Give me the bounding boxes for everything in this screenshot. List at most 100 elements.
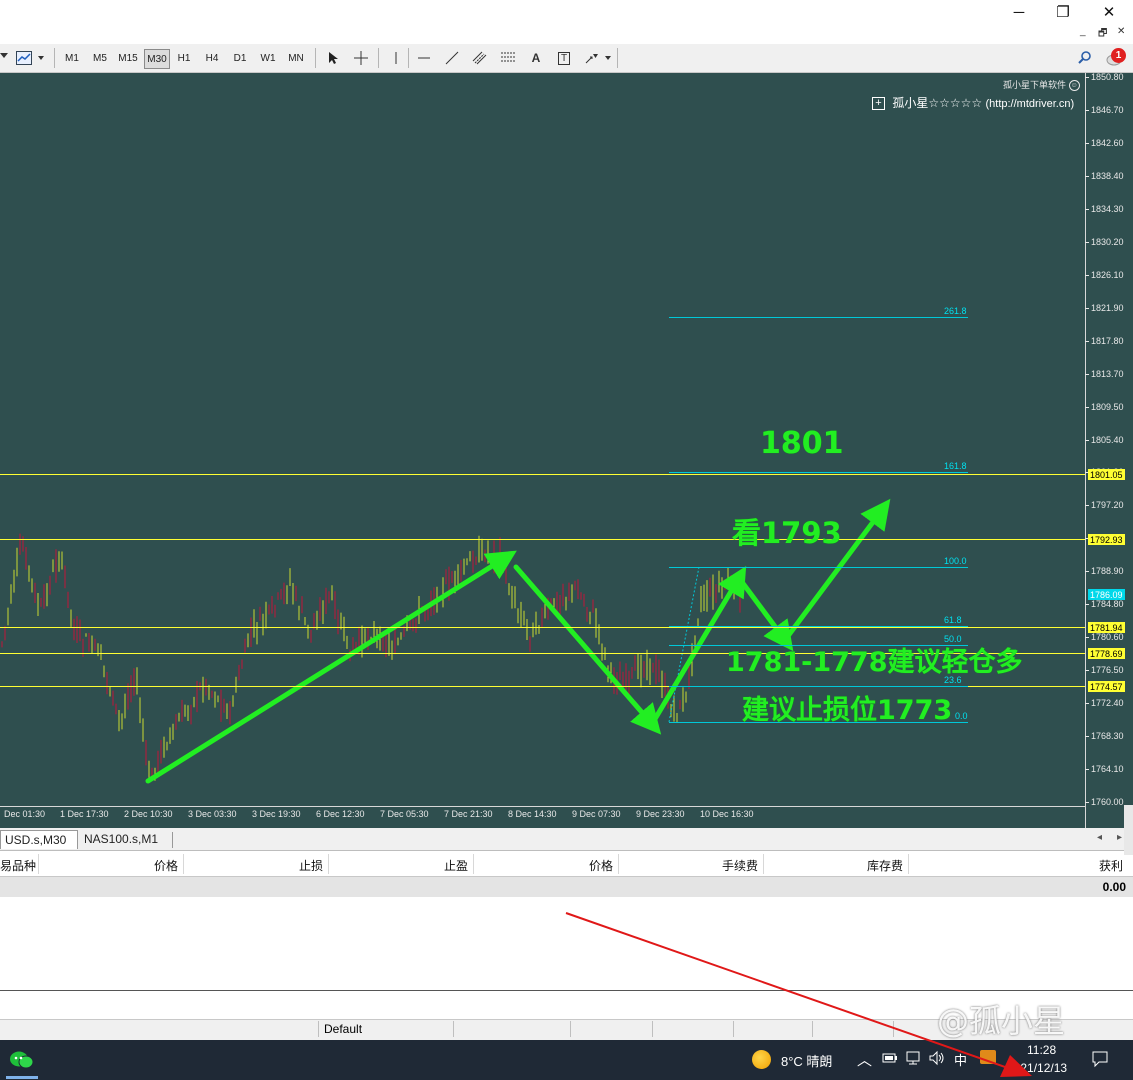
chart-type-dropdown-icon[interactable] — [38, 56, 44, 60]
price-tick-mark — [1085, 110, 1089, 111]
weather-text[interactable]: 8°C 晴朗 — [781, 1051, 832, 1070]
channel-icon[interactable] — [469, 49, 491, 67]
status-separator — [812, 1021, 813, 1037]
col-price[interactable]: 价格 — [80, 857, 178, 874]
volume-icon[interactable] — [928, 1050, 946, 1069]
timeframe-mn[interactable]: MN — [284, 49, 308, 67]
fibonacci-level-line[interactable] — [669, 686, 968, 687]
arrows-icon[interactable] — [581, 49, 603, 67]
support-resistance-line[interactable] — [0, 539, 1085, 540]
timeframe-h4[interactable]: H4 — [200, 49, 224, 67]
timeframe-h1[interactable]: H1 — [172, 49, 196, 67]
price-tick-label: 1817.80 — [1091, 336, 1124, 346]
minimize-button[interactable]: ─ — [996, 0, 1042, 24]
price-level-box: 1781.94 — [1088, 622, 1125, 633]
support-resistance-line[interactable] — [0, 627, 1085, 628]
chart-type-icon[interactable] — [13, 49, 35, 67]
notifications-icon[interactable]: 1 — [1105, 48, 1127, 68]
status-separator — [570, 1021, 571, 1037]
tab-scroll-right-icon[interactable]: ▸ — [1117, 832, 1122, 843]
col-current-price[interactable]: 价格 — [514, 857, 613, 874]
cursor-icon[interactable] — [322, 49, 344, 67]
price-tick-mark — [1085, 440, 1089, 441]
column-separator — [618, 854, 619, 874]
timeframe-m5[interactable]: M5 — [88, 49, 112, 67]
mdi-restore-button[interactable]: 🗗 — [1098, 26, 1107, 43]
fibonacci-level-line[interactable] — [669, 567, 968, 568]
network-icon[interactable] — [904, 1050, 922, 1069]
arrows-dropdown-icon[interactable] — [605, 56, 611, 60]
price-tick-mark — [1085, 571, 1089, 572]
indicator-url[interactable]: (http://mtdriver.cn) — [985, 98, 1074, 110]
fibonacci-level-line[interactable] — [669, 472, 968, 473]
mdi-close-button[interactable]: ✕ — [1117, 26, 1125, 37]
price-level-box: 1786.09 — [1088, 589, 1125, 600]
dropdown-arrow-icon[interactable] — [0, 53, 8, 58]
timeframe-m30[interactable]: M30 — [144, 49, 170, 69]
time-tick-label: 8 Dec 14:30 — [508, 809, 557, 819]
crosshair-icon[interactable] — [350, 49, 372, 67]
restore-button[interactable]: ❐ — [1040, 0, 1086, 24]
fibonacci-level-line[interactable] — [669, 626, 968, 627]
column-separator — [38, 854, 39, 874]
tab-nas100[interactable]: NAS100.s,M1 — [80, 830, 162, 848]
col-profit[interactable]: 获利 — [1023, 857, 1123, 874]
clock-time[interactable]: 11:28 — [1027, 1043, 1056, 1057]
toolbar-separator — [315, 48, 316, 68]
fibonacci-level-line[interactable] — [669, 317, 968, 318]
col-take-profit[interactable]: 止盈 — [369, 857, 468, 874]
text-icon[interactable]: A — [525, 49, 547, 67]
price-tick-label: 1813.70 — [1091, 369, 1124, 379]
timeframe-w1[interactable]: W1 — [256, 49, 280, 67]
price-tick-label: 1768.30 — [1091, 731, 1124, 741]
timeframe-m15[interactable]: M15 — [116, 49, 140, 67]
price-tick-label: 1821.90 — [1091, 303, 1124, 313]
mdi-controls: _ 🗗 ✕ — [1065, 26, 1133, 42]
fibonacci-level-label: 61.8 — [944, 615, 962, 625]
toolbar-separator — [617, 48, 618, 68]
wechat-icon[interactable] — [8, 1048, 36, 1072]
vertical-line-icon[interactable] — [385, 49, 407, 67]
status-separator — [318, 1021, 319, 1037]
ime-indicator[interactable]: 中 — [954, 1050, 967, 1069]
timeframe-d1[interactable]: D1 — [228, 49, 252, 67]
price-tick-label: 1842.60 — [1091, 138, 1124, 148]
toolbar-separator — [54, 48, 55, 68]
price-tick-label: 1826.10 — [1091, 270, 1124, 280]
clock-date[interactable]: 2021/12/13 — [1007, 1061, 1067, 1075]
trendline-icon[interactable] — [441, 49, 463, 67]
time-tick-label: 9 Dec 07:30 — [572, 809, 621, 819]
fibonacci-icon[interactable] — [497, 49, 519, 67]
col-stop-loss[interactable]: 止损 — [224, 857, 323, 874]
price-level-box: 1774.57 — [1088, 681, 1125, 692]
chevron-up-icon[interactable]: ︿ — [857, 1049, 872, 1070]
tab-scroll-left-icon[interactable]: ◂ — [1097, 832, 1102, 843]
notification-center-icon[interactable] — [1091, 1050, 1109, 1071]
fibonacci-level-label: 261.8 — [944, 306, 967, 316]
profile-name[interactable]: Default — [324, 1022, 362, 1036]
toolbar-separator — [378, 48, 379, 68]
col-symbol[interactable]: 易品种 — [0, 857, 36, 874]
total-profit: 0.00 — [1102, 880, 1126, 894]
scrollbar[interactable] — [1124, 805, 1133, 855]
time-tick-label: 1 Dec 17:30 — [60, 809, 109, 819]
tab-usd[interactable]: USD.s,M30 — [0, 830, 78, 849]
timeframe-m1[interactable]: M1 — [60, 49, 84, 67]
time-tick-label: 9 Dec 23:30 — [636, 809, 685, 819]
mdi-minimize-button[interactable]: _ — [1080, 26, 1086, 37]
support-resistance-line[interactable] — [0, 474, 1085, 475]
text-label-icon[interactable]: T — [553, 49, 575, 67]
col-commission[interactable]: 手续费 — [659, 857, 758, 874]
col-swap[interactable]: 库存费 — [804, 857, 903, 874]
horizontal-line-icon[interactable] — [413, 49, 435, 67]
price-tick-mark — [1085, 670, 1089, 671]
app-tray-icon[interactable] — [980, 1050, 996, 1064]
column-separator — [763, 854, 764, 874]
expand-icon[interactable]: + — [872, 97, 885, 111]
price-tick-mark — [1085, 341, 1089, 342]
close-button[interactable]: ✕ — [1086, 0, 1132, 24]
battery-icon[interactable] — [882, 1050, 898, 1069]
search-icon[interactable] — [1074, 49, 1096, 67]
time-tick-label: 3 Dec 19:30 — [252, 809, 301, 819]
annotation-1793: 看1793 — [732, 516, 842, 550]
